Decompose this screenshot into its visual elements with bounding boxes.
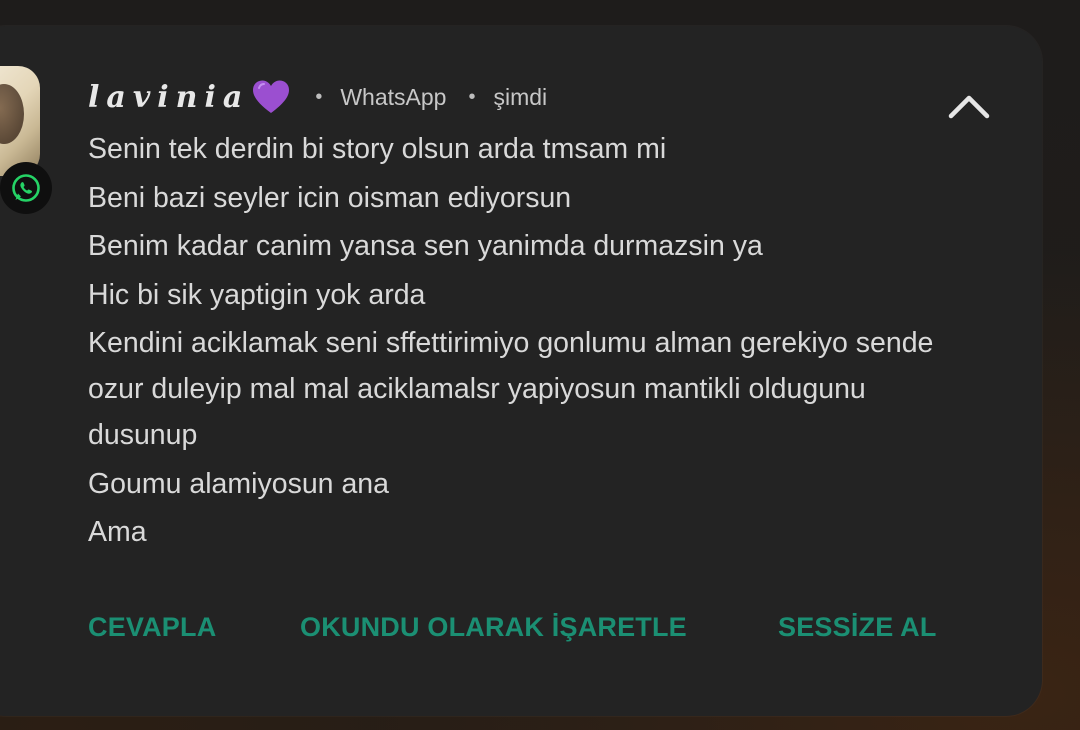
message-line: Senin tek derdin bi story olsun arda tms… xyxy=(88,133,667,165)
message-line: Ama xyxy=(88,516,147,548)
message-list: Senin tek derdin bi story olsun arda tms… xyxy=(88,126,988,558)
avatar-photo xyxy=(0,84,24,144)
message-line: Beni bazi seyler icin oisman ediyorsun xyxy=(88,181,572,214)
app-name: WhatsApp xyxy=(340,83,447,110)
message-line: Kendini aciklamak seni sffettirimiyo gon… xyxy=(88,327,934,451)
action-bar: CEVAPLA OKUNDU OLARAK İŞARETLE SESSİZE A… xyxy=(88,612,968,658)
avatar xyxy=(0,66,40,176)
notification-header: lavinia • WhatsApp • şimdi xyxy=(88,76,547,118)
mute-button[interactable]: SESSİZE AL xyxy=(778,612,937,643)
separator-dot: • xyxy=(468,85,476,108)
reply-button[interactable]: CEVAPLA xyxy=(88,612,216,643)
chevron-up-icon[interactable] xyxy=(946,88,992,124)
message-line: Goumu alamiyosun ana xyxy=(88,467,390,500)
purple-heart-icon xyxy=(251,79,291,115)
message-line: Benim kadar canim yansa sen yanimda durm… xyxy=(88,230,763,262)
mark-as-read-button[interactable]: OKUNDU OLARAK İŞARETLE xyxy=(300,612,687,643)
message-line: Hic bi sik yaptigin yok arda xyxy=(88,278,426,311)
timestamp: şimdi xyxy=(493,83,548,110)
separator-dot: • xyxy=(315,85,323,108)
whatsapp-icon xyxy=(0,162,52,214)
sender-name: lavinia xyxy=(88,79,250,115)
